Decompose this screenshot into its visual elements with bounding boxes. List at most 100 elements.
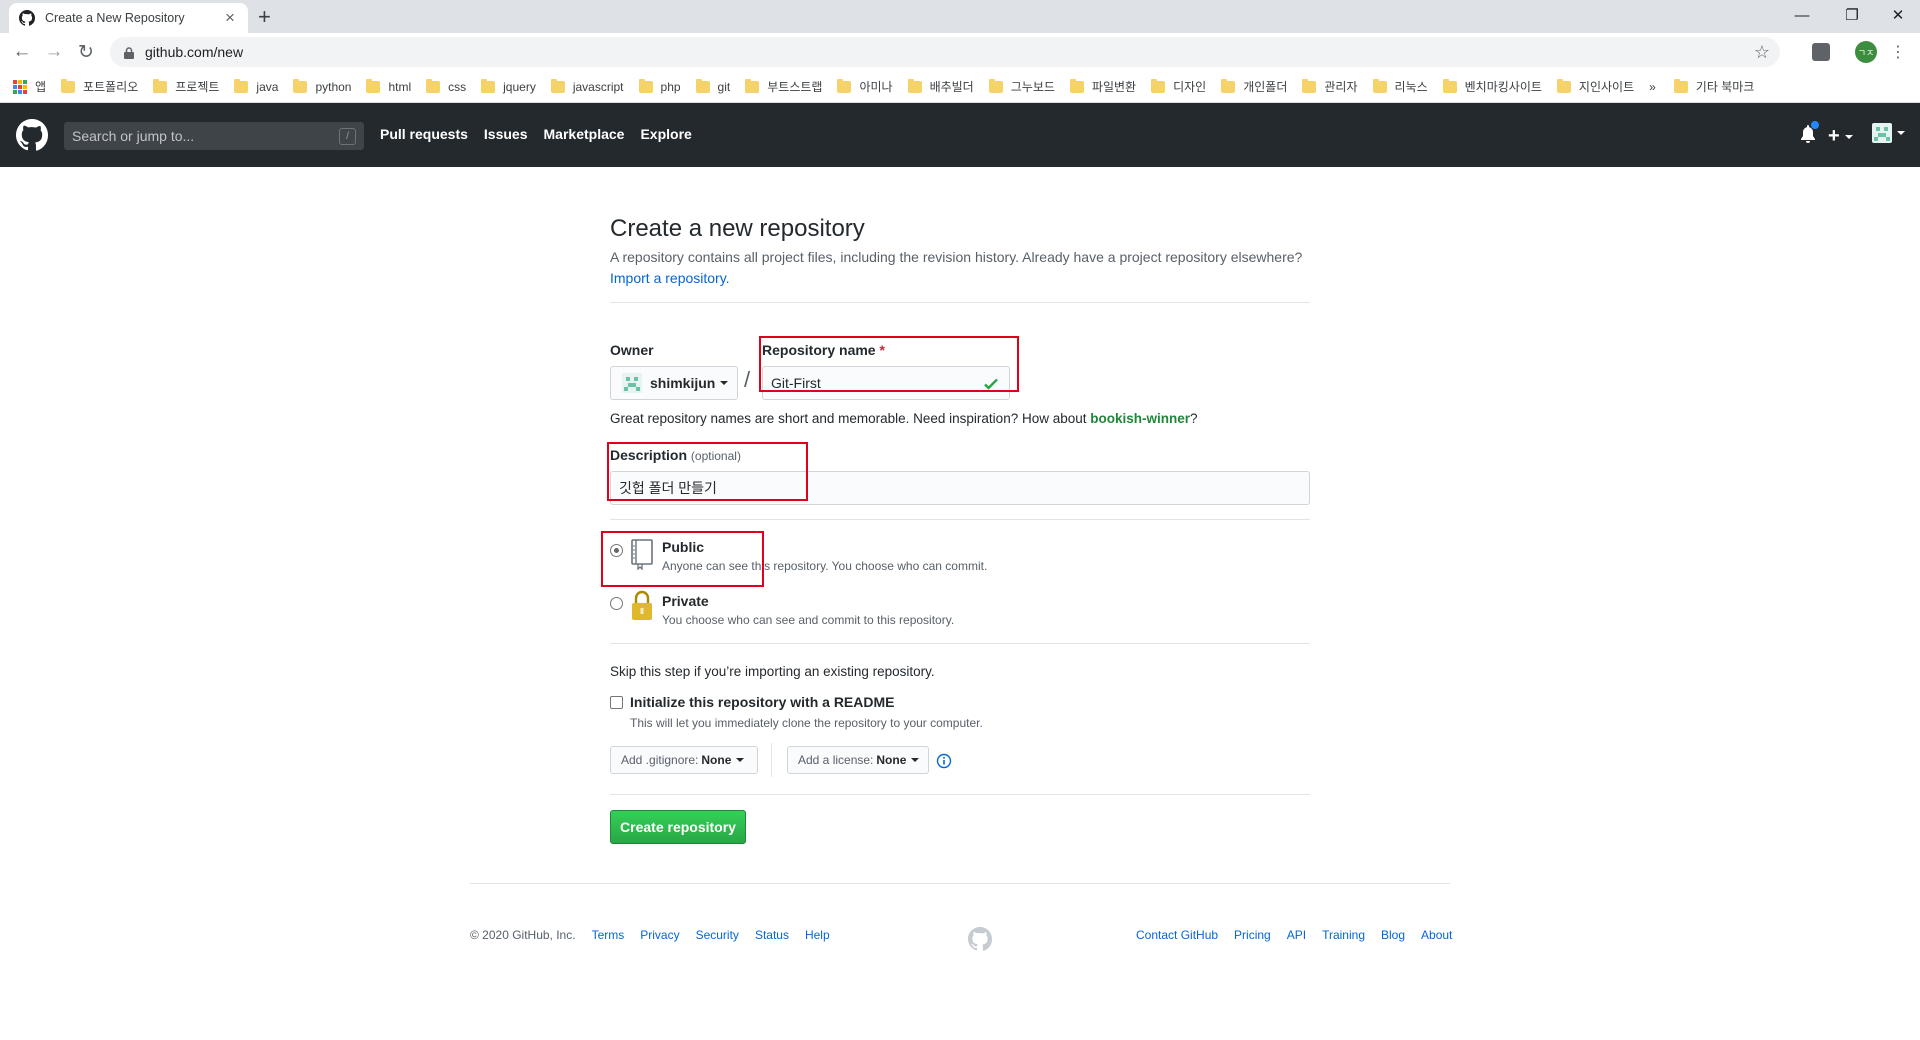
bookmark-folder[interactable]: git (695, 78, 730, 94)
bookmark-folder[interactable]: php (638, 78, 681, 94)
new-tab-icon[interactable]: + (258, 5, 271, 29)
nav-explore[interactable]: Explore (640, 126, 691, 142)
copyright: © 2020 GitHub, Inc. (470, 928, 576, 942)
forward-arrow-icon[interactable]: → (42, 40, 66, 64)
bookmark-folder[interactable]: 그누보드 (988, 78, 1055, 95)
bookmark-folder[interactable]: javascript (550, 78, 624, 94)
select-separator (771, 743, 772, 777)
footer-link-training[interactable]: Training (1322, 928, 1365, 942)
subhead-text: A repository contains all project files,… (610, 249, 1303, 286)
tab-close-icon[interactable]: × (222, 9, 238, 26)
github-footer-logo-icon[interactable] (968, 927, 992, 951)
profile-avatar[interactable]: ㄱㅈ (1855, 41, 1877, 63)
owner-avatar (622, 373, 642, 393)
owner-value: shimkijun (650, 375, 716, 391)
footer-link-status[interactable]: Status (755, 928, 789, 942)
footer-divider (470, 883, 1450, 884)
footer-link-privacy[interactable]: Privacy (640, 928, 679, 942)
browser-menu-icon[interactable]: ⋮ (1886, 40, 1910, 64)
chevron-down-icon (720, 381, 729, 385)
other-bookmarks[interactable]: 기타 북마크 (1673, 78, 1754, 95)
lock-icon (124, 46, 134, 59)
reload-icon[interactable]: ↻ (74, 40, 98, 64)
footer-link-about[interactable]: About (1421, 928, 1452, 942)
lock-icon (632, 590, 652, 620)
folder-icon (638, 78, 653, 93)
readme-desc: This will let you immediately clone the … (630, 716, 983, 730)
name-suggestion[interactable]: bookish-winner (1090, 411, 1190, 426)
highlight-box-public (601, 531, 764, 587)
license-select[interactable]: Add a license: None (787, 746, 929, 774)
github-favicon-icon (19, 10, 35, 26)
bookmark-folder[interactable]: 파일변환 (1069, 78, 1136, 95)
github-header: Search or jump to... / Pull requests Iss… (0, 103, 1920, 167)
minimize-icon[interactable]: — (1780, 0, 1824, 30)
bookmark-folder[interactable]: 관리자 (1302, 78, 1358, 95)
divider (610, 302, 1310, 303)
nav-issues[interactable]: Issues (484, 126, 528, 142)
footer-link-api[interactable]: API (1287, 928, 1306, 942)
bookmark-folder[interactable]: 포트폴리오 (61, 78, 138, 95)
bookmark-folder[interactable]: java (234, 78, 278, 94)
nav-marketplace[interactable]: Marketplace (544, 126, 625, 142)
bookmark-folder[interactable]: 디자인 (1151, 78, 1206, 95)
close-window-icon[interactable]: ✕ (1876, 0, 1920, 30)
bookmark-folder[interactable]: 리눅스 (1372, 78, 1428, 95)
nav-pull-requests[interactable]: Pull requests (380, 126, 468, 142)
private-option-title[interactable]: Private (662, 593, 709, 609)
folder-icon (61, 78, 76, 93)
browser-toolbar: ← → ↻ github.com/new ☆ ㄱㅈ ⋮ (0, 33, 1920, 71)
folder-icon (988, 78, 1003, 93)
bookmark-folder[interactable]: 지인사이트 (1556, 78, 1634, 95)
create-repository-button[interactable]: Create repository (610, 810, 746, 844)
readme-checkbox[interactable] (610, 696, 623, 709)
folder-icon (293, 78, 308, 93)
footer-link-pricing[interactable]: Pricing (1234, 928, 1271, 942)
bookmark-folder[interactable]: 프로젝트 (153, 78, 219, 95)
footer-link-terms[interactable]: Terms (592, 928, 625, 942)
bookmark-folder[interactable]: 배추빌더 (907, 78, 974, 95)
owner-select[interactable]: shimkijun (610, 366, 738, 400)
more-bookmarks-chevron[interactable]: » (1649, 80, 1656, 94)
folder-icon (1372, 78, 1387, 93)
bookmark-folder[interactable]: html (366, 78, 411, 94)
user-menu-dropdown[interactable] (1872, 123, 1905, 143)
back-arrow-icon[interactable]: ← (10, 40, 34, 64)
footer-link-help[interactable]: Help (805, 928, 830, 942)
footer-link-contact[interactable]: Contact GitHub (1136, 928, 1218, 942)
bookmark-folder[interactable]: jquery (481, 78, 536, 94)
create-new-dropdown[interactable]: + (1828, 125, 1853, 148)
bookmarks-bar: 앱 포트폴리오 프로젝트 java python html css jquery… (0, 71, 1920, 103)
browser-tab-active[interactable]: Create a New Repository × (9, 3, 248, 33)
github-logo-icon[interactable] (16, 119, 48, 151)
extension-icon[interactable] (1812, 43, 1830, 61)
divider (610, 519, 1310, 520)
bookmark-folder[interactable]: python (293, 78, 351, 94)
page-title: Create a new repository (610, 215, 865, 242)
highlight-box-repo-name (759, 336, 1019, 392)
gitignore-select[interactable]: Add .gitignore: None (610, 746, 758, 774)
apps-grid-icon (13, 79, 27, 94)
bookmark-star-icon[interactable]: ☆ (1754, 42, 1770, 63)
footer-link-security[interactable]: Security (696, 928, 739, 942)
private-radio[interactable] (610, 597, 623, 610)
folder-icon (1302, 78, 1317, 93)
restore-icon[interactable]: ❐ (1830, 0, 1874, 30)
divider (610, 794, 1310, 795)
import-repository-link[interactable]: Import a repository. (610, 270, 730, 286)
footer-link-blog[interactable]: Blog (1381, 928, 1405, 942)
readme-label[interactable]: Initialize this repository with a README (630, 694, 894, 710)
info-icon[interactable] (936, 753, 952, 769)
bookmark-folder[interactable]: 벤치마킹사이트 (1442, 78, 1542, 95)
address-bar[interactable]: github.com/new ☆ (110, 37, 1780, 67)
bookmark-apps[interactable]: 앱 (13, 78, 46, 95)
bookmark-folder[interactable]: 아미나 (837, 78, 893, 95)
bookmark-folder[interactable]: 부트스트랩 (745, 78, 822, 95)
bookmark-folder[interactable]: css (426, 78, 466, 94)
bookmark-folder[interactable]: 개인폴더 (1221, 78, 1287, 95)
folder-icon (366, 78, 381, 93)
github-search-input[interactable]: Search or jump to... / (64, 122, 364, 150)
folder-icon (1151, 78, 1166, 93)
owner-label: Owner (610, 342, 654, 358)
chevron-down-icon (1844, 134, 1853, 139)
